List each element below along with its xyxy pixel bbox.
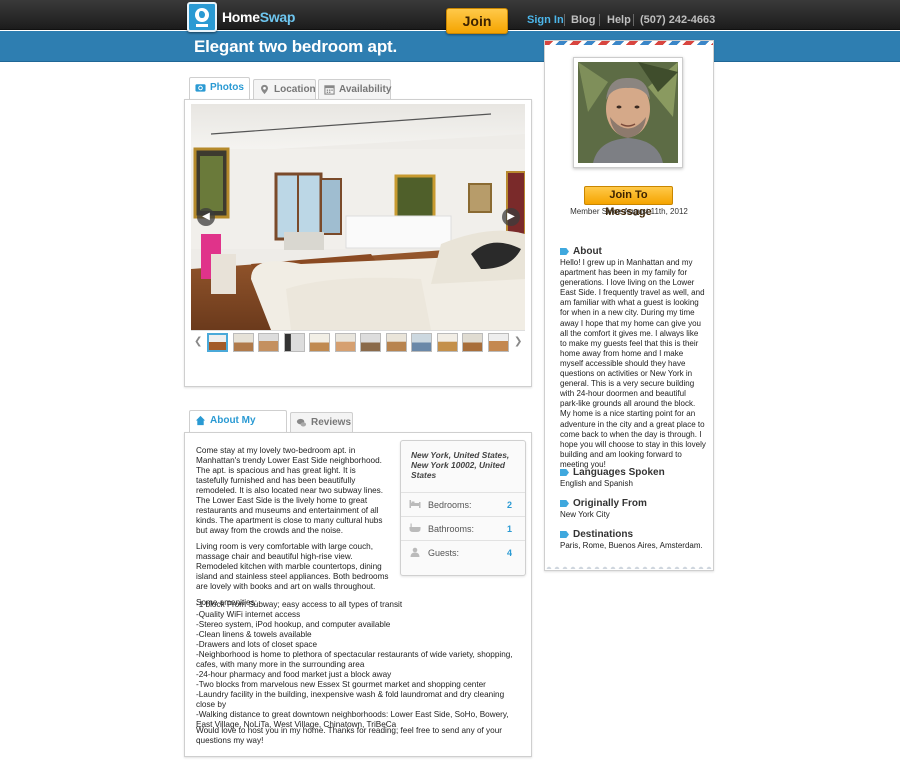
title-band [0,31,900,62]
photo-thumbnail[interactable] [411,333,432,352]
phone-number: (507) 242-4663 [640,14,716,26]
listing-photo[interactable] [191,104,525,330]
tab-reviews[interactable]: Reviews [290,412,353,434]
flag-icon [560,248,569,255]
avatar[interactable] [578,62,678,163]
globe-icon [195,8,209,22]
photo-thumbnail[interactable] [207,333,228,352]
originally-from-value: New York City [560,510,610,519]
thumbs-prev-arrow[interactable]: ❮ [194,336,202,347]
amenity-item: -Stereo system, iPod hookup, and compute… [196,620,391,629]
thumbs-next-arrow[interactable]: ❯ [514,336,522,347]
photo-next-arrow[interactable]: ▶ [502,208,520,226]
amenity-item: -Clean linens & towels available [196,630,312,639]
flag-icon [560,531,569,538]
card-scallop-edge [545,563,713,569]
bed-icon [409,500,421,508]
closing-note: Would love to host you in my home. Thank… [196,726,502,745]
amenities-list: -1 block From Subway; easy access to all… [196,600,518,730]
join-to-message-button[interactable]: Join To Message [584,186,673,218]
photo-thumbnail[interactable] [233,333,254,352]
originally-from-heading: Originally From [560,498,647,509]
map-pin-icon [261,84,268,95]
blog-link[interactable]: Blog [571,14,595,26]
page-title: Elegant two bedroom apt. [194,37,397,56]
photo-thumbnail[interactable] [488,333,509,352]
calendar-icon [324,85,335,95]
languages-value: English and Spanish [560,479,633,488]
member-since: Member Since August 11th, 2012 [570,207,688,216]
bedrooms-row: Bedrooms: 2 [401,492,525,516]
nav-divider [633,14,634,26]
nav-divider [599,14,600,26]
sign-in-link[interactable]: Sign In [527,14,564,26]
photo-thumbnail[interactable] [462,333,483,352]
photo-thumbnail[interactable] [284,333,305,352]
bathtub-icon [409,523,421,532]
airmail-border [545,41,713,45]
destinations-value: Paris, Rome, Buenos Aires, Amsterdam. [560,541,703,550]
photo-thumbnail[interactable] [360,333,381,352]
about-paragraph: Living room is very comfortable with lar… [196,542,389,591]
location-address: New York, United States, New York 10002,… [411,450,510,480]
photo-thumbnail[interactable] [437,333,458,352]
photo-thumbnail[interactable] [258,333,279,352]
bathrooms-row: Bathrooms: 1 [401,516,525,540]
person-icon [410,547,420,557]
camera-icon [195,84,206,92]
amenity-item: -1 block From Subway; easy access to all… [196,600,403,609]
tab-availability[interactable]: Availability [318,79,391,101]
flag-icon [560,469,569,476]
tab-location[interactable]: Location [253,79,316,101]
about-heading: About [560,246,602,257]
home-icon [195,415,206,426]
living-room-photo [191,104,525,330]
amenity-item: -24-hour pharmacy and food market just a… [196,670,392,679]
languages-heading: Languages Spoken [560,467,665,478]
photo-thumbnail[interactable] [386,333,407,352]
amenity-item: -Drawers and lots of closet space [196,640,318,649]
photo-prev-arrow[interactable]: ◀ [197,208,215,226]
amenity-item: -Laundry facility in the building, inexp… [196,690,505,709]
host-about-text: Hello! I grew up in Manhattan and my apa… [560,258,706,469]
guests-row: Guests: 4 [401,540,525,564]
help-link[interactable]: Help [607,14,631,26]
nav-divider [564,14,565,26]
destinations-heading: Destinations [560,529,633,540]
photo-thumbnail[interactable] [335,333,356,352]
join-button[interactable]: Join [446,8,508,34]
flag-icon [560,500,569,507]
about-paragraph: Come stay at my lovely two-bedroom apt. … [196,446,384,535]
photo-thumbnail[interactable] [309,333,330,352]
tab-about-my-home[interactable]: About My Home [189,410,287,446]
tab-photos[interactable]: Photos [189,77,250,100]
amenity-item: -Quality WiFi internet access [196,610,301,619]
host-photo [578,62,678,163]
homeswap-logo-icon[interactable] [187,2,217,32]
amenity-item: -Neighborhood is home to plethora of spe… [196,650,513,669]
amenity-item: -Two blocks from marvelous new Essex St … [196,680,486,689]
comments-icon [296,418,307,427]
logo-text[interactable]: HomeSwap [222,9,295,25]
